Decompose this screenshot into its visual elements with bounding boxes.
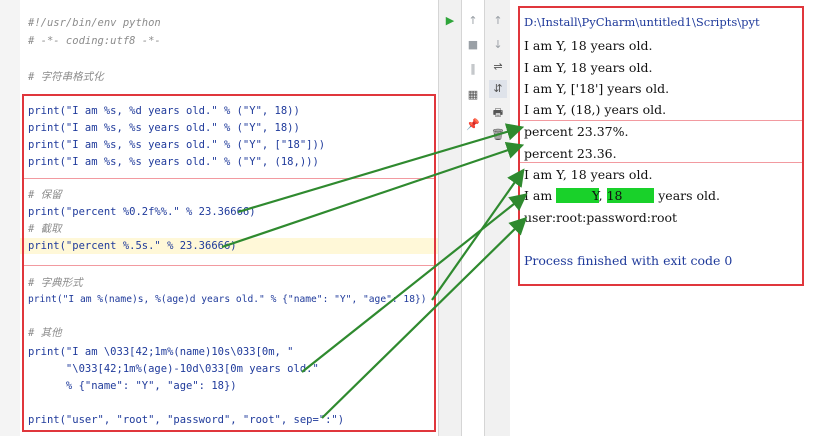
arrow-percent-cut <box>221 141 525 249</box>
arrow-sep <box>321 216 528 419</box>
arrow-colored <box>301 193 528 373</box>
arrow-percent-round <box>237 123 525 214</box>
annotation-arrows <box>221 123 528 419</box>
